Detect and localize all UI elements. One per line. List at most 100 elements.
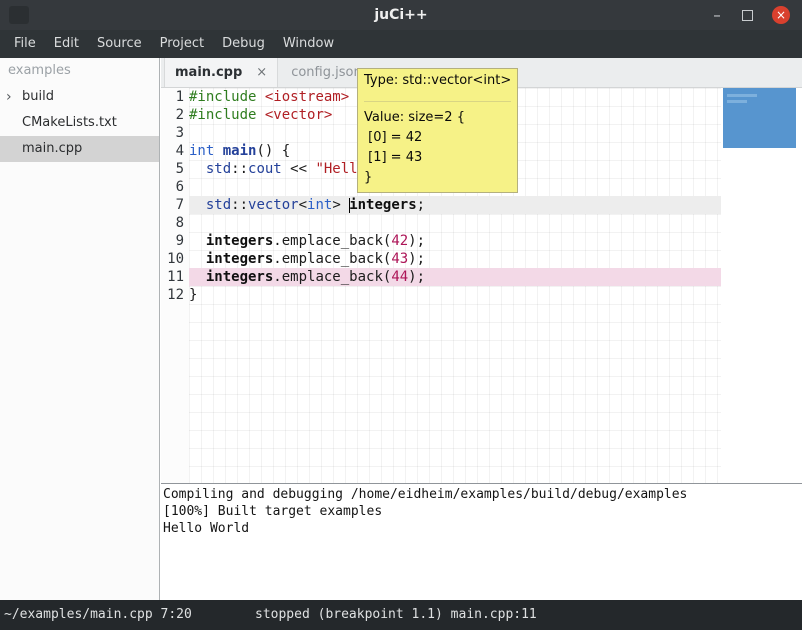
line-number[interactable]: 1 [161,88,189,106]
close-icon: × [772,6,790,24]
menu-item-edit[interactable]: Edit [45,30,88,58]
tree-item-build[interactable]: › build [0,84,159,110]
code-token: integers [349,197,416,213]
code-token: int [307,197,332,213]
menu-item-source[interactable]: Source [88,30,151,58]
tooltip-value-line: [1] = 43 [364,148,511,168]
minimize-button[interactable]: – [704,0,730,30]
tooltip-values: Value: size=2 { [0] = 42 [1] = 43} [364,101,511,188]
file-tree: › buildCMakeLists.txtmain.cpp [0,84,159,162]
code-token: .emplace_back( [273,233,391,249]
code-token: std [206,197,231,213]
code-token: std [206,161,231,177]
code-token: #include [189,107,256,123]
line-number[interactable]: 12 [161,286,189,304]
editor-overview [721,88,802,483]
code-token: <vector> [265,107,332,123]
line-number[interactable]: 4 [161,142,189,160]
menu-item-debug[interactable]: Debug [213,30,274,58]
project-name: examples [0,58,159,84]
tree-item-cmakelists-txt[interactable]: CMakeLists.txt [0,110,159,136]
code-token: << [282,161,316,177]
tab-label: config.json [291,65,362,80]
code-token: } [189,287,197,303]
maximize-icon [742,10,753,21]
code-token [189,161,206,177]
code-token [189,233,206,249]
code-token [189,197,206,213]
tooltip-value-line: [0] = 42 [364,128,511,148]
terminal-line: Hello World [163,520,802,537]
line-number[interactable]: 2 [161,106,189,124]
code-line-12[interactable]: } [189,286,721,304]
line-number[interactable]: 3 [161,124,189,142]
code-token: () { [256,143,290,159]
scrollbar-thumb[interactable] [723,88,796,148]
code-line-8[interactable] [189,214,721,232]
status-bar: ~/examples/main.cpp 7:20 stopped (breakp… [0,600,802,630]
code-token [189,251,206,267]
code-line-10[interactable]: integers.emplace_back(43); [189,250,721,268]
tooltip-value-line: Value: size=2 { [364,108,511,128]
tab-close-icon[interactable]: × [256,65,267,80]
menu-item-window[interactable]: Window [274,30,343,58]
close-button[interactable]: × [768,0,794,30]
code-token: :: [231,161,248,177]
status-debug-status: stopped (breakpoint 1.1) main.cpp:11 [255,600,537,630]
code-token: <iostream> [265,89,349,105]
window-title: juCi++ [0,0,802,30]
code-token: 44 [391,269,408,285]
line-number[interactable]: 6 [161,178,189,196]
thumb-detail [727,100,747,103]
thumb-detail [727,94,757,97]
menu-item-project[interactable]: Project [151,30,213,58]
tab-main-cpp[interactable]: main.cpp × [164,58,278,87]
tree-item-main-cpp[interactable]: main.cpp [0,136,159,162]
line-number[interactable]: 11 [161,268,189,286]
menu-bar: FileEditSourceProjectDebugWindow [0,30,802,58]
code-token: integers [206,233,273,249]
line-number[interactable]: 7 [161,196,189,214]
code-line-11[interactable]: integers.emplace_back(44); [189,268,721,286]
code-token: 43 [391,251,408,267]
tooltip-type-line: Type: std::vector<int> [364,72,511,89]
terminal-line: Compiling and debugging /home/eidheim/ex… [163,486,802,503]
code-token [214,143,222,159]
line-number-gutter[interactable]: 123456789101112 [161,88,189,483]
juci-window: juCi++ – × FileEditSourceProjectDebugWin… [0,0,802,630]
code-token: < [299,197,307,213]
code-token: integers [206,251,273,267]
code-token [189,269,206,285]
tab-label: main.cpp [175,65,242,80]
code-token: main [223,143,257,159]
maximize-button[interactable] [734,0,760,30]
code-token: cout [248,161,282,177]
line-number[interactable]: 5 [161,160,189,178]
code-token: ); [408,269,425,285]
code-line-7[interactable]: std::vector<int> integers; [189,196,721,214]
code-token: .emplace_back( [273,251,391,267]
sidebar: examples › buildCMakeLists.txtmain.cpp [0,58,160,600]
code-token: ; [417,197,425,213]
code-token: 42 [391,233,408,249]
status-file-position: ~/examples/main.cpp 7:20 [4,600,192,630]
code-line-9[interactable]: integers.emplace_back(42); [189,232,721,250]
tree-item-label: build [22,84,54,110]
code-token: :: [231,197,248,213]
code-token: vector [248,197,299,213]
line-number[interactable]: 8 [161,214,189,232]
line-number[interactable]: 9 [161,232,189,250]
code-token: ); [408,233,425,249]
line-number[interactable]: 10 [161,250,189,268]
terminal-line: [100%] Built target examples [163,503,802,520]
terminal-output[interactable]: Compiling and debugging /home/eidheim/ex… [161,483,802,600]
minimize-icon: – [713,6,721,24]
code-token: #include [189,89,256,105]
title-bar[interactable]: juCi++ – × [0,0,802,30]
code-token: integers [206,269,273,285]
code-token: ); [408,251,425,267]
code-token: .emplace_back( [273,269,391,285]
chevron-right-icon[interactable]: › [6,84,12,110]
tree-item-label: CMakeLists.txt [22,110,117,136]
menu-item-file[interactable]: File [5,30,45,58]
